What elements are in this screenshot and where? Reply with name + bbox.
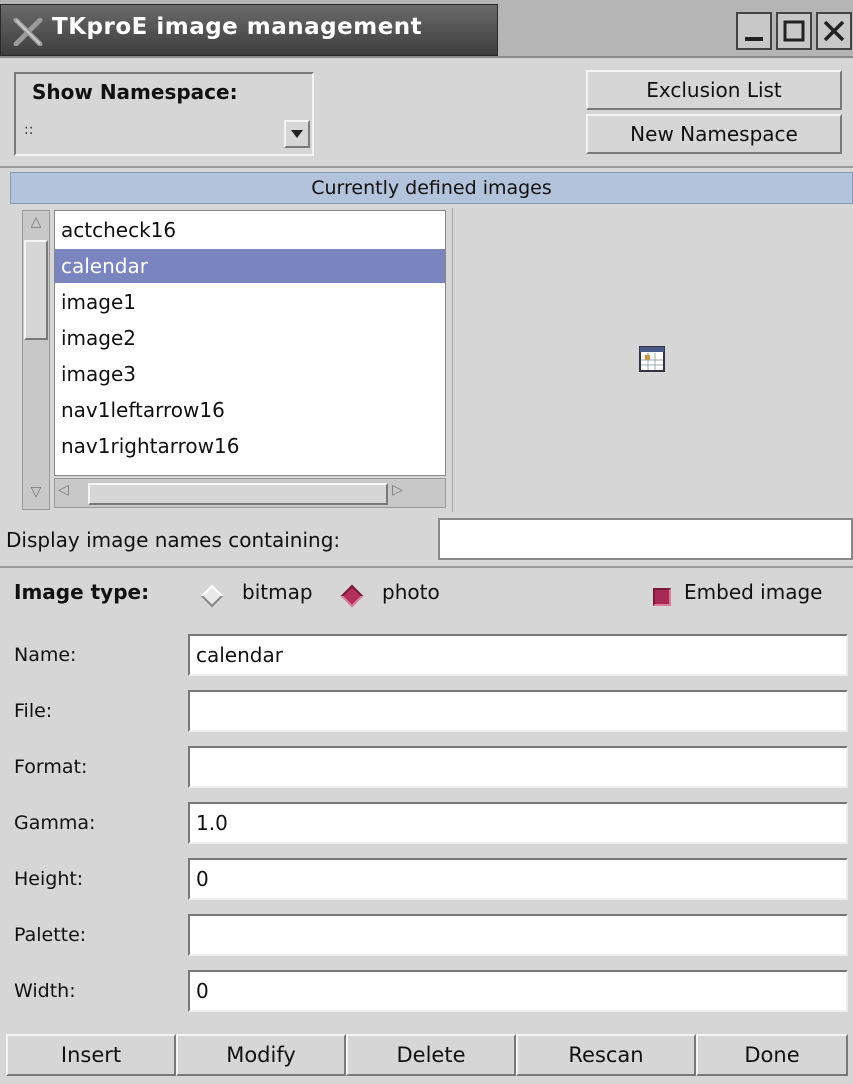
filter-input[interactable] [438,518,853,560]
width-field[interactable] [188,970,848,1012]
scroll-right-icon[interactable]: ▷ [392,482,420,506]
photo-radio[interactable] [340,584,364,608]
bitmap-radio[interactable] [200,584,224,608]
list-item[interactable]: image3 [55,357,445,391]
file-field[interactable] [188,690,848,732]
bitmap-radio-label[interactable]: bitmap [242,580,313,604]
image-list[interactable]: actcheck16 calendar image1 image2 image3… [54,210,446,476]
photo-radio-label[interactable]: photo [382,580,440,604]
image-type-label: Image type: [14,580,150,604]
embed-image-checkbox[interactable] [653,588,671,606]
namespace-value[interactable]: :: [24,122,33,138]
horizontal-scroll-thumb[interactable] [88,483,388,505]
name-field[interactable] [188,634,848,676]
done-button[interactable]: Done [696,1034,848,1076]
list-item[interactable]: image1 [55,285,445,319]
format-field[interactable] [188,746,848,788]
chevron-down-icon [291,130,303,138]
calendar-icon [639,346,665,372]
delete-button[interactable]: Delete [346,1034,516,1076]
scroll-down-icon[interactable]: ▽ [24,484,48,506]
height-label: Height: [14,868,84,890]
list-item[interactable]: nav1rightarrow16 [55,429,445,463]
palette-field[interactable] [188,914,848,956]
rescan-button[interactable]: Rescan [516,1034,696,1076]
filter-label: Display image names containing: [6,528,341,552]
gamma-label: Gamma: [14,812,96,834]
embed-image-label[interactable]: Embed image [684,580,822,604]
list-item[interactable]: nav1leftarrow16 [55,393,445,427]
name-label: Name: [14,644,77,666]
close-button[interactable] [816,12,852,50]
minimize-icon [745,37,763,41]
vertical-scroll-thumb[interactable] [24,240,48,340]
gamma-field[interactable] [188,802,848,844]
scroll-left-icon[interactable]: ◁ [58,482,86,506]
list-item-selected[interactable]: calendar [55,249,445,283]
new-namespace-button[interactable]: New Namespace [586,114,842,154]
insert-button[interactable]: Insert [6,1034,176,1076]
divider [0,566,853,568]
namespace-label: Show Namespace: [32,80,238,104]
file-label: File: [14,700,53,722]
list-item[interactable]: image2 [55,321,445,355]
exclusion-list-button[interactable]: Exclusion List [586,70,842,110]
format-label: Format: [14,756,88,778]
width-label: Width: [14,980,76,1002]
maximize-icon [783,20,805,42]
palette-label: Palette: [14,924,87,946]
modify-button[interactable]: Modify [176,1034,346,1076]
minimize-button[interactable] [736,12,772,50]
scroll-up-icon[interactable]: △ [24,214,48,236]
images-header: Currently defined images [10,172,853,204]
namespace-dropdown-button[interactable] [284,120,310,148]
close-icon [823,20,845,42]
height-field[interactable] [188,858,848,900]
list-item[interactable]: actcheck16 [55,213,445,247]
window-title: TKproE image management [52,14,423,40]
x-tools-icon[interactable] [12,18,44,46]
maximize-button[interactable] [776,12,812,50]
